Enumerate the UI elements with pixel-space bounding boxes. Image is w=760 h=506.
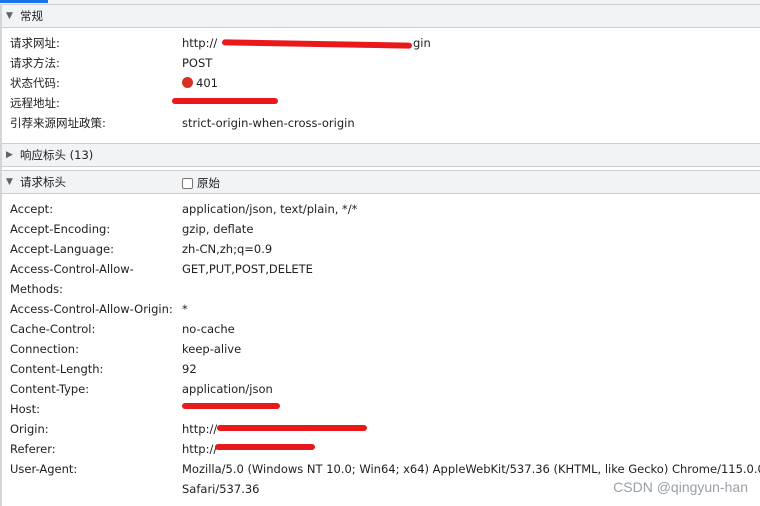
- header-value: http://: [182, 442, 218, 456]
- general-row-status-code: 状态代码: 401: [10, 73, 750, 93]
- header-row: Content-Length: 92: [10, 359, 750, 379]
- request-url-key: 请求网址:: [10, 36, 60, 50]
- header-row: Host:: [10, 399, 750, 419]
- redaction-mark: [217, 425, 367, 431]
- general-section-header[interactable]: ▼ 常规: [2, 4, 760, 28]
- header-row: Origin: http://: [10, 419, 750, 439]
- header-key: Accept-Encoding:: [10, 222, 111, 236]
- panel-left-border: [0, 4, 2, 506]
- header-key: Referer:: [10, 442, 56, 456]
- request-url-tail: gin: [413, 36, 431, 50]
- remote-address-key: 远程地址:: [10, 96, 60, 110]
- response-headers-title: 响应标头 (13): [20, 148, 94, 162]
- referrer-policy-key: 引荐来源网址政策:: [10, 116, 106, 130]
- header-value: zh-CN,zh;q=0.9: [182, 242, 273, 256]
- triangle-right-icon: ▶: [6, 150, 13, 160]
- header-key: Access-Control-Allow-Origin:: [10, 302, 173, 316]
- raw-label: 原始: [197, 176, 220, 190]
- referrer-policy-value: strict-origin-when-cross-origin: [182, 116, 355, 130]
- general-section-title: 常规: [20, 9, 43, 23]
- header-key-continued: Methods:: [10, 282, 63, 296]
- header-row: Accept: application/json, text/plain, */…: [10, 199, 750, 219]
- header-row: Methods:: [10, 279, 750, 299]
- status-code-text: 401: [196, 76, 218, 90]
- header-value: gzip, deflate: [182, 222, 254, 236]
- header-value: keep-alive: [182, 342, 242, 356]
- request-headers-section-header[interactable]: ▼ 请求标头 原始: [2, 170, 760, 194]
- header-row: Accept-Language: zh-CN,zh;q=0.9: [10, 239, 750, 259]
- status-dot-icon: [182, 77, 193, 88]
- status-code-key: 状态代码:: [10, 76, 60, 90]
- header-row: Referer: http://: [10, 439, 750, 459]
- redaction-mark: [215, 444, 315, 450]
- header-row: Connection: keep-alive: [10, 339, 750, 359]
- general-row-request-method: 请求方法: POST: [10, 53, 750, 73]
- triangle-down-icon: ▼: [6, 11, 13, 21]
- raw-checkbox[interactable]: [182, 177, 193, 189]
- header-value: *: [182, 302, 188, 316]
- header-row: Content-Type: application/json: [10, 379, 750, 399]
- redaction-mark: [182, 403, 280, 409]
- header-key: Origin:: [10, 422, 49, 436]
- header-value: application/json, text/plain, */*: [182, 202, 358, 216]
- redaction-mark: [172, 98, 278, 104]
- header-key: Connection:: [10, 342, 79, 356]
- header-key: Accept-Language:: [10, 242, 114, 256]
- header-value: GET,PUT,POST,DELETE: [182, 262, 313, 276]
- header-key: Content-Length:: [10, 362, 104, 376]
- watermark: CSDN @qingyun-han: [613, 479, 748, 495]
- response-headers-section-header[interactable]: ▶ 响应标头 (13): [2, 143, 760, 167]
- general-row-remote-address: 远程地址:: [10, 93, 750, 113]
- header-row: Access-Control-Allow-Origin: *: [10, 299, 750, 319]
- header-value: 92: [182, 362, 197, 376]
- header-value-continued: Safari/537.36: [182, 482, 260, 496]
- header-value: application/json: [182, 382, 273, 396]
- header-row: User-Agent: Mozilla/5.0 (Windows NT 10.0…: [10, 459, 760, 479]
- request-url-value[interactable]: http://: [182, 33, 217, 53]
- header-row: Access-Control-Allow- GET,PUT,POST,DELET…: [10, 259, 750, 279]
- header-key: User-Agent:: [10, 462, 78, 476]
- header-key: Accept:: [10, 202, 54, 216]
- raw-toggle[interactable]: 原始: [182, 175, 220, 191]
- header-row: Cache-Control: no-cache: [10, 319, 750, 339]
- header-row: Accept-Encoding: gzip, deflate: [10, 219, 750, 239]
- request-headers-title: 请求标头: [20, 175, 66, 189]
- general-row-referrer-policy: 引荐来源网址政策: strict-origin-when-cross-origi…: [10, 113, 750, 133]
- header-key: Content-Type:: [10, 382, 90, 396]
- request-method-value: POST: [182, 56, 213, 70]
- header-key: Host:: [10, 402, 41, 416]
- active-tab-indicator: [0, 0, 48, 3]
- request-method-key: 请求方法:: [10, 56, 60, 70]
- header-value: Mozilla/5.0 (Windows NT 10.0; Win64; x64…: [182, 462, 760, 476]
- triangle-down-icon: ▼: [6, 177, 13, 187]
- header-value: no-cache: [182, 322, 235, 336]
- header-key: Cache-Control:: [10, 322, 96, 336]
- header-value: http://: [182, 422, 218, 436]
- header-key: Access-Control-Allow-: [10, 262, 134, 276]
- status-code-value: 401: [182, 73, 218, 93]
